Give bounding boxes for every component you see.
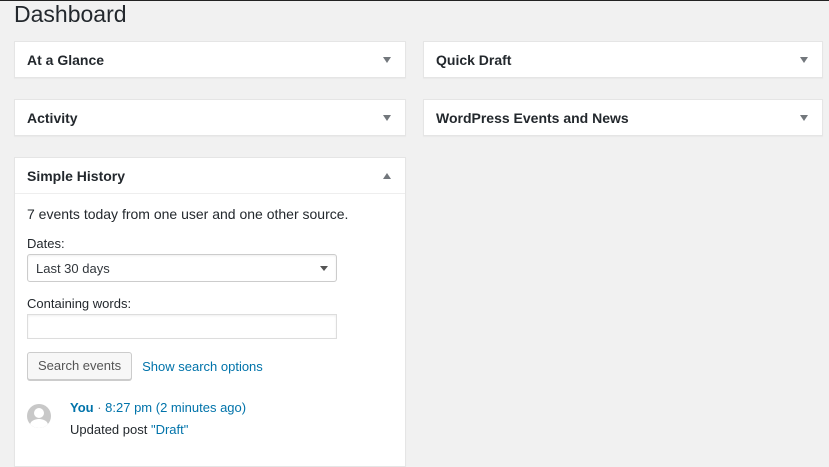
page-title: Dashboard	[14, 1, 127, 27]
event-target-link[interactable]: "Draft"	[151, 422, 188, 437]
widget-header[interactable]: Quick Draft	[424, 42, 822, 77]
event-action: Updated post	[70, 422, 151, 437]
widget-header[interactable]: Activity	[15, 100, 405, 135]
list-item: You · 8:27 pm (2 minutes ago) Updated po…	[27, 400, 393, 438]
widget-title: Simple History	[27, 167, 126, 184]
avatar-head	[34, 408, 44, 418]
triangle-up-icon[interactable]	[383, 172, 391, 179]
search-events-button[interactable]: Search events	[27, 352, 133, 380]
dates-select[interactable]: Last 30 days	[27, 254, 337, 282]
words-label: Containing words:	[27, 296, 132, 311]
search-row: Search events Show search options	[27, 352, 393, 380]
widget-title: At a Glance	[27, 51, 105, 68]
triangle-down-icon[interactable]	[383, 114, 391, 121]
widget-simple-history: Simple History 7 events today from one u…	[14, 157, 406, 467]
widget-title: Quick Draft	[436, 51, 512, 68]
avatar-body	[30, 419, 48, 428]
triangle-down-icon[interactable]	[800, 56, 808, 63]
triangle-down-icon[interactable]	[800, 114, 808, 121]
widget-title: Activity	[27, 109, 78, 126]
event-description: Updated post "Draft"	[70, 422, 246, 438]
widget-at-a-glance: At a Glance	[14, 41, 406, 78]
widget-header[interactable]: At a Glance	[15, 42, 405, 77]
triangle-down-icon[interactable]	[383, 56, 391, 63]
widget-body: 7 events today from one user and one oth…	[15, 193, 405, 438]
caret-down-icon	[320, 265, 328, 271]
history-summary: 7 events today from one user and one oth…	[27, 206, 349, 222]
widget-title: WordPress Events and News	[436, 109, 629, 126]
event-user-link[interactable]: You	[70, 400, 94, 415]
event-separator: ·	[93, 400, 106, 415]
widget-quick-draft: Quick Draft	[423, 41, 823, 78]
widget-activity: Activity	[14, 99, 406, 136]
event-content: You · 8:27 pm (2 minutes ago) Updated po…	[70, 400, 246, 438]
dates-select-value: Last 30 days	[36, 260, 110, 276]
avatar	[27, 404, 51, 428]
dates-label: Dates:	[27, 236, 65, 251]
widget-header[interactable]: WordPress Events and News	[424, 100, 822, 135]
event-time: 8:27 pm	[105, 400, 153, 415]
show-search-options-link[interactable]: Show search options	[142, 359, 263, 374]
event-meta: You · 8:27 pm (2 minutes ago)	[70, 400, 246, 416]
containing-words-input[interactable]	[27, 314, 337, 339]
event-time-link[interactable]: 8:27 pm (2 minutes ago)	[105, 400, 246, 415]
widget-events-news: WordPress Events and News	[423, 99, 823, 136]
event-relative-time: (2 minutes ago)	[155, 400, 247, 415]
widget-header[interactable]: Simple History	[15, 158, 405, 193]
